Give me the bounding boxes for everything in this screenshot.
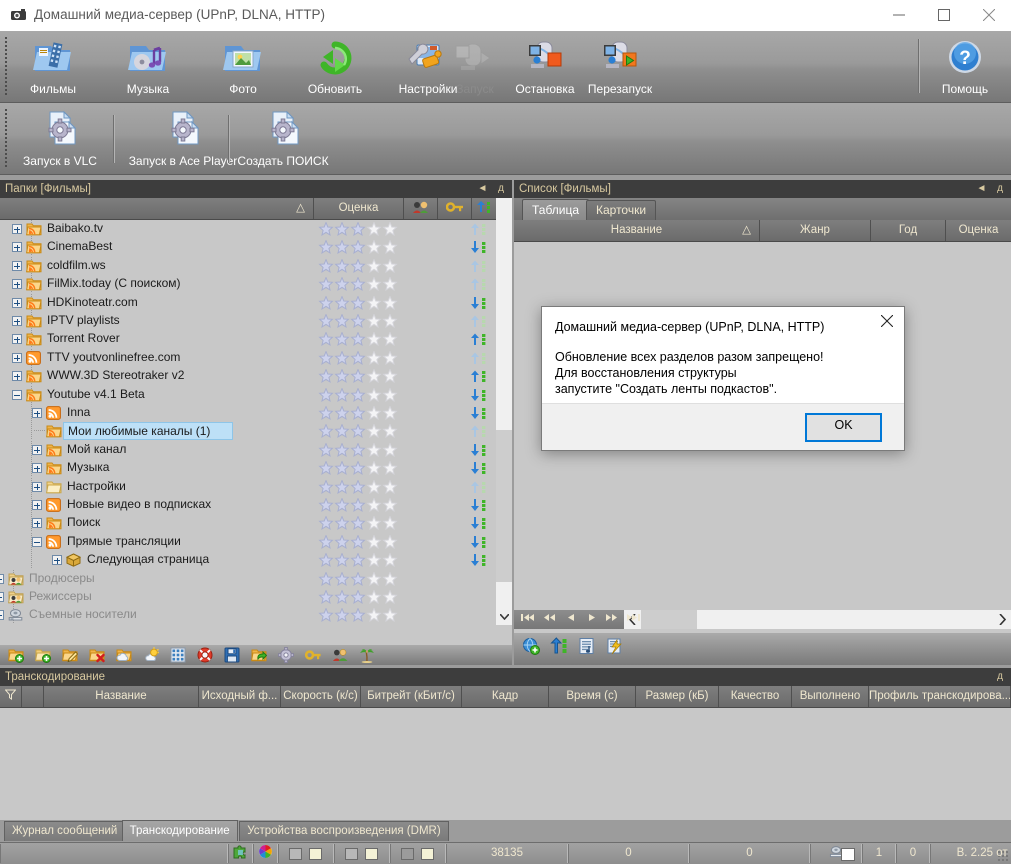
dialog-title: Домашний медиа-сервер (UPnP, DLNA, HTTP) — [555, 320, 824, 334]
dialog-message-line: запустите "Создать ленты подкастов". — [555, 381, 892, 397]
message-dialog: Домашний медиа-сервер (UPnP, DLNA, HTTP)… — [541, 306, 905, 451]
dialog-message: Обновление всех разделов разом запрещено… — [555, 349, 892, 397]
dialog-message-line: Для восстановления структуры — [555, 365, 892, 381]
last-page-button[interactable] — [624, 613, 642, 626]
dialog-footer: OK — [542, 403, 904, 450]
last-page-icon — [627, 613, 640, 622]
dialog-close-button[interactable] — [870, 307, 904, 335]
dialog-ok-button[interactable]: OK — [805, 413, 882, 442]
dialog-message-line: Обновление всех разделов разом запрещено… — [555, 349, 892, 365]
close-icon — [881, 315, 893, 327]
